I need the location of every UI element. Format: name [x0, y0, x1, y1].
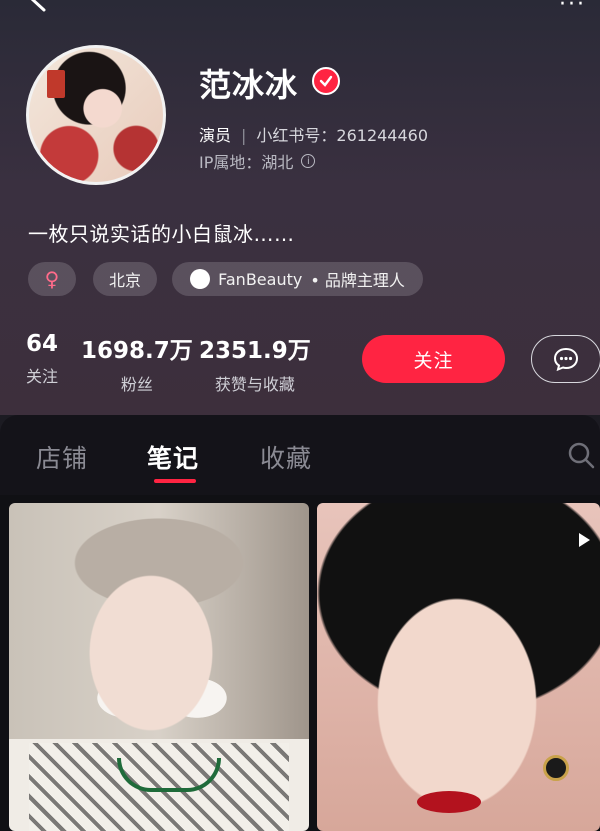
stat-likes-label: 获赞与收藏	[214, 375, 295, 394]
back-arrow-icon[interactable]	[24, 0, 50, 12]
notes-feed	[0, 495, 600, 831]
follow-button[interactable]: 关注	[362, 335, 505, 383]
profile-id[interactable]: 小红书号：261244460	[256, 126, 428, 145]
tab-notes[interactable]: 笔记	[147, 439, 199, 475]
chat-icon	[553, 347, 579, 372]
info-icon[interactable]: i	[301, 154, 316, 168]
brand-name: FanBeauty	[218, 269, 303, 289]
brand-title: • 品牌主理人	[310, 271, 405, 290]
avatar-seal-decoration	[47, 70, 65, 98]
chat-button[interactable]	[531, 335, 600, 383]
brand-tag[interactable]: FanBeauty • 品牌主理人	[172, 262, 423, 296]
tab-favorites[interactable]: 收藏	[260, 439, 312, 475]
more-icon[interactable]: ···	[559, 0, 586, 17]
verified-icon	[312, 67, 340, 95]
stat-followers[interactable]: 1698.7万 粉丝	[81, 331, 193, 395]
avatar[interactable]	[26, 45, 166, 185]
gender-tag: ♀	[28, 262, 76, 296]
card-image-detail	[543, 755, 569, 781]
stat-following-label: 关注	[26, 367, 59, 386]
stat-following[interactable]: 64 关注	[26, 331, 58, 387]
stat-followers-label: 粉丝	[120, 375, 153, 394]
profile-meta: 演员 | 小红书号：261244460	[199, 122, 428, 146]
ip-location: IP属地：湖北 i	[199, 149, 316, 173]
tab-bar: 店铺 笔记 收藏	[0, 415, 600, 495]
ip-label: IP属地：湖北	[199, 153, 294, 172]
stat-followers-value: 1698.7万	[81, 338, 193, 364]
stat-likes[interactable]: 2351.9万 获赞与收藏	[199, 331, 311, 395]
note-card[interactable]	[9, 503, 309, 831]
tab-store[interactable]: 店铺	[36, 439, 88, 475]
video-play-icon	[579, 533, 590, 547]
stat-likes-value: 2351.9万	[199, 338, 311, 364]
search-icon[interactable]	[566, 440, 596, 470]
brand-logo-icon	[190, 269, 211, 289]
meta-divider: |	[241, 126, 247, 145]
city-tag: 北京	[93, 262, 157, 296]
profile-bio: 一枚只说实话的小白鼠冰……	[28, 222, 295, 246]
stat-following-value: 64	[26, 331, 59, 357]
note-card[interactable]	[317, 503, 600, 831]
card-image-detail	[417, 791, 481, 813]
profile-role: 演员	[199, 126, 232, 145]
profile-header: ··· 范冰冰 演员 | 小红书号：261244460 IP属地：湖北 i 一枚只说…	[0, 0, 600, 415]
profile-name: 范冰冰	[199, 66, 299, 104]
active-tab-indicator	[154, 479, 196, 483]
